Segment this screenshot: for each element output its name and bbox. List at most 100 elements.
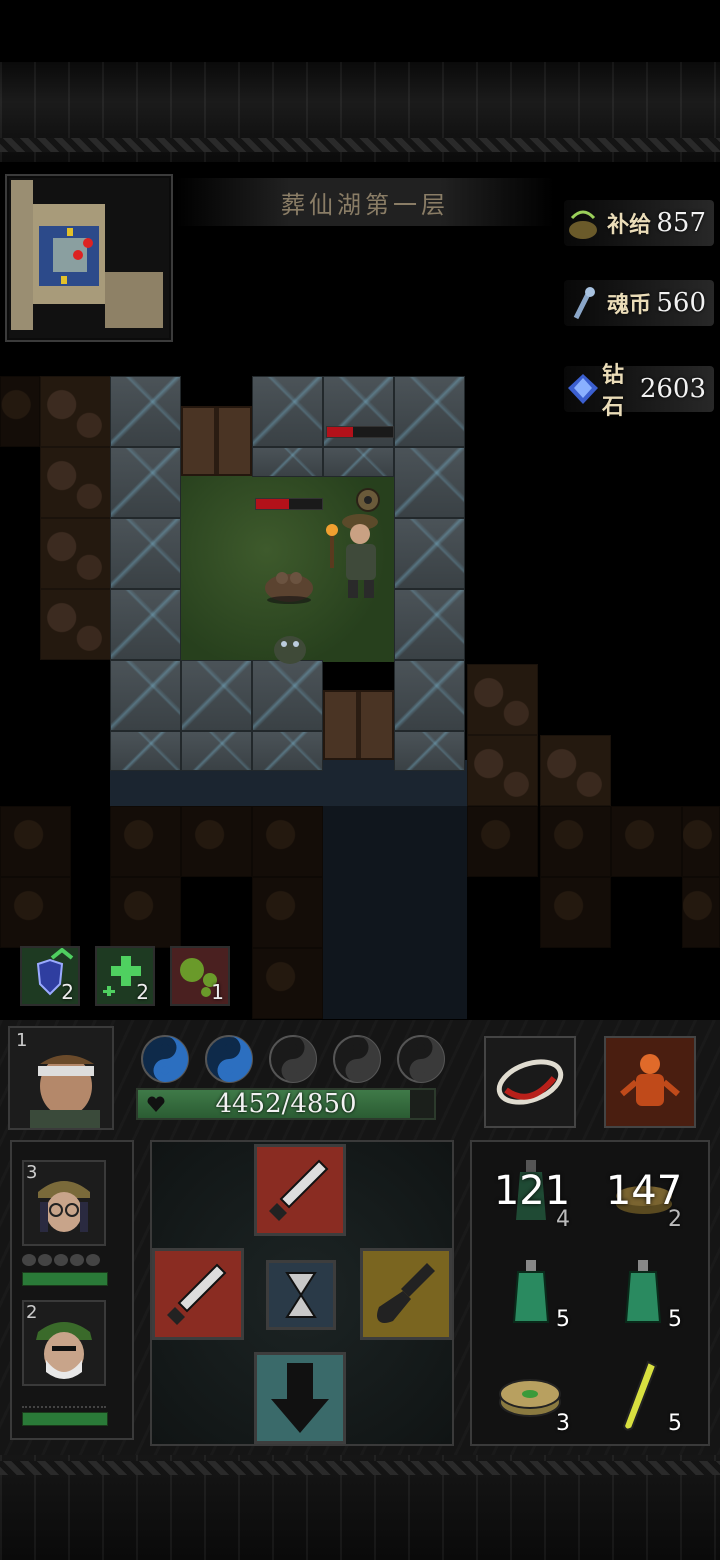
minimap-enemy-marker [83,238,93,248]
shield-buff[interactable]: 2 [20,946,80,1006]
attack-left-button[interactable] [152,1248,244,1340]
stone-wall [110,660,181,731]
dirt-tile [540,806,611,877]
dirt-tile [40,589,111,660]
energy-orb-empty [332,1034,382,1084]
stone-wall [110,589,181,660]
skill-rage[interactable] [604,1036,696,1128]
rage-figure-icon [606,1038,694,1126]
stone-wall [252,731,323,771]
hero-portrait[interactable]: 1 [8,1026,114,1130]
hero-slot-number: 1 [16,1030,28,1051]
minimap-enemy-marker [73,250,83,260]
party-hp-bar [22,1272,108,1286]
dirt-tile [40,447,111,518]
top-decor-band [0,62,720,162]
dirt-tile [0,376,40,447]
item-count: 5 [668,1307,682,1332]
stone-wall [394,447,465,518]
stone-wall [394,660,465,731]
energy-dot [38,1254,52,1266]
attack-up-button[interactable] [254,1144,346,1236]
heal-buff[interactable]: 2 [95,946,155,1006]
shovel-icon [377,1263,435,1323]
stone-wall [394,589,465,660]
item-count: 2 [668,1207,682,1232]
dig-right-button[interactable] [360,1248,452,1340]
dagger-icon [269,1159,329,1221]
stone-wall [110,447,181,518]
minimap-room [11,180,33,330]
party-member-goggles[interactable]: 3 [22,1160,106,1246]
dirt-tile [467,664,538,735]
green-potion-b-slot[interactable]: 5 [602,1250,686,1334]
buff-count: 2 [61,980,74,1004]
dirt-tile [252,948,323,1019]
energy-dot [54,1254,68,1266]
energy-orb-empty [396,1034,446,1084]
wooden-door[interactable] [181,406,252,476]
stone-wall [252,376,323,447]
dirt-tile [540,877,611,948]
dirt-tile [467,735,538,806]
party-slot-number: 3 [26,1162,38,1183]
enemy-toad[interactable] [262,556,316,606]
wooden-door[interactable] [323,690,394,760]
skill-whirl[interactable] [484,1036,576,1128]
item-count: 3 [556,1411,570,1436]
resource-soul-label: 魂币 [607,292,652,318]
buff-count: 1 [211,980,224,1004]
potion-stack-slot[interactable]: 121 4 [490,1150,574,1234]
enemy-hp-bar [255,498,323,510]
resource-supply-label: 补给 [607,212,652,238]
dirt-tile [252,877,323,948]
energy-orb-filled [204,1034,254,1084]
enemy-creature[interactable] [268,626,312,666]
resource-supply: 补给 857 [564,200,714,246]
enemy-hp-fill [256,499,289,509]
stone-wall [252,447,323,477]
player-character[interactable] [320,486,396,606]
dirt-tile [40,376,111,447]
item-count: 5 [556,1307,570,1332]
dirt-tile [110,877,181,948]
party-slot-number: 2 [26,1302,38,1323]
dungeon-map[interactable] [0,340,720,1020]
coin-stack-slot[interactable]: 147 2 [602,1150,686,1234]
stone-wall [323,447,394,477]
bottom-decor-band [0,1455,720,1560]
party-energy-dots [22,1254,106,1268]
descend-button[interactable] [254,1352,346,1444]
wait-button[interactable] [266,1260,336,1330]
water-area [323,806,467,1019]
poison-buff[interactable]: 1 [170,946,230,1006]
dirt-tile [611,806,682,877]
energy-dot [70,1254,84,1266]
hourglass-icon [285,1272,317,1318]
hero-hp-bar: 4452/4850 [136,1088,436,1120]
resource-soul-value: 560 [656,288,706,318]
stone-wall [252,660,323,731]
party-member-soldier[interactable]: 2 [22,1300,106,1386]
resource-soul: 魂币 560 [564,280,714,326]
minimap-room [105,272,163,328]
dirt-tile [682,806,720,877]
dirt-tile [467,806,538,877]
dirt-tile [110,806,181,877]
green-potion-a-slot[interactable]: 5 [490,1250,574,1334]
jade-coins-slot[interactable]: 3 [490,1354,574,1438]
stone-wall [110,518,181,589]
stone-wall [394,731,465,771]
stone-wall [110,731,181,771]
energy-orb-empty [268,1034,318,1084]
dagger-icon [167,1263,227,1325]
stone-wall [110,376,181,447]
minimap[interactable] [5,174,173,342]
dirt-tile [40,518,111,589]
enemy-hp-fill [327,427,354,437]
party-hp-bar [22,1412,108,1426]
elixir-vial-slot[interactable]: 5 [602,1354,686,1438]
item-count: 4 [556,1207,570,1232]
dirt-tile [181,806,252,877]
resource-supply-value: 857 [656,208,706,238]
